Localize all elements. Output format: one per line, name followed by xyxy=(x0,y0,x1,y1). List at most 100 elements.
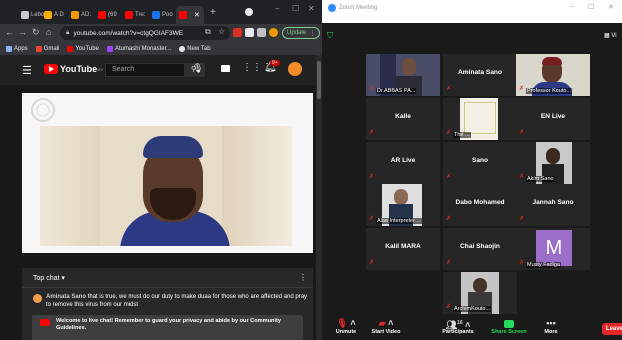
browser-tab-active[interactable]: ✕ xyxy=(176,6,204,24)
participant-tile[interactable]: Chai Shaojin ✗ xyxy=(443,228,517,270)
muted-mic-icon: ✗ xyxy=(446,260,452,266)
chat-header-label: Top chat xyxy=(33,275,60,282)
browser-tab[interactable]: Tre: xyxy=(122,6,148,24)
youtube-header: ☰ YouTube MY Search ⚲ 🎙︎ ⋮⋮⋮ 🔔︎ 9+ xyxy=(0,55,316,85)
close-window-icon[interactable]: ✕ xyxy=(308,4,315,13)
chat-welcome-notice: Welcome to live chat! Remember to guard … xyxy=(32,315,303,340)
video-player[interactable] xyxy=(22,93,313,253)
participant-tile[interactable]: ✗ ArchimKouto... xyxy=(443,272,517,314)
reload-icon[interactable]: ↻ xyxy=(32,27,40,38)
participant-tile[interactable]: Kalil MARA ✗ xyxy=(366,228,440,270)
share-icon[interactable]: ⧉ xyxy=(205,27,211,37)
participant-caption: Akim Sano xyxy=(526,176,555,182)
tab-favicon-icon xyxy=(71,11,79,19)
video-off-icon: ▰ ˄ xyxy=(378,318,394,328)
participant-name: Jannah Sano xyxy=(532,199,574,206)
participant-tile[interactable]: Jannah Sano ✗ xyxy=(516,184,590,226)
participants-button[interactable]: 👥︎16 ˄ Participants xyxy=(436,317,480,335)
search-input[interactable]: Search xyxy=(105,63,185,77)
participant-tile[interactable]: EN Live ✗ xyxy=(516,98,590,140)
chat-mode-dropdown[interactable]: Top chat ▾ xyxy=(33,274,65,282)
tab-label: AD: xyxy=(81,12,92,18)
bookmarks-bar: Apps Gmail YouTube Atumashi Monaster... … xyxy=(0,42,322,55)
participant-tile[interactable]: ✗ The ... xyxy=(443,98,517,140)
browser-tab[interactable]: AD: xyxy=(68,6,94,24)
browser-tab[interactable]: A D xyxy=(41,6,67,24)
media-control-icon[interactable] xyxy=(257,28,266,37)
participant-name: Kalle xyxy=(395,113,411,120)
muted-mic-icon: ✗ xyxy=(446,130,452,136)
extension-icon[interactable] xyxy=(245,28,254,37)
participant-tile[interactable]: ✗ Akim Sano xyxy=(516,142,590,184)
participant-tile[interactable]: ✗ Alaa Interpreter ... xyxy=(366,184,440,226)
participant-count: 16 xyxy=(457,320,463,326)
participant-name: Dabo Mohamed xyxy=(455,199,505,206)
create-video-icon[interactable] xyxy=(221,65,230,72)
start-video-button[interactable]: ▰ ˄ Start Video xyxy=(364,317,408,335)
view-toggle[interactable]: ▦ Vi xyxy=(604,32,617,39)
zoom-logo-icon xyxy=(328,4,336,12)
participant-caption: Alaa Interpreter ... xyxy=(376,218,423,224)
hamburger-menu-icon[interactable]: ☰ xyxy=(22,64,32,77)
chat-more-icon[interactable]: ⋮ xyxy=(299,273,307,282)
zoom-title-bar: Zoom Meeting – ☐ ✕ ⛉ ▦ Vi xyxy=(322,0,622,40)
back-arrow-icon[interactable]: ← xyxy=(5,27,14,37)
bookmark-youtube[interactable]: YouTube xyxy=(67,45,99,52)
muted-mic-icon: ✗ xyxy=(369,216,375,222)
muted-mic-icon: 🎙︎ ˄ xyxy=(336,318,356,328)
more-button[interactable]: ••• More xyxy=(529,317,573,335)
home-icon[interactable]: ⌂ xyxy=(46,27,51,37)
participant-name: Aminata Sano xyxy=(458,69,502,76)
bookmark-label: Gmail xyxy=(43,45,60,52)
participant-caption: Professor Kouto... xyxy=(526,88,573,94)
new-tab-button[interactable]: + xyxy=(210,7,216,18)
microphone-icon[interactable]: 🎙︎ xyxy=(192,63,203,74)
participant-name: Kalil MARA xyxy=(385,243,421,250)
muted-mic-icon: ✗ xyxy=(369,86,375,92)
maximize-icon[interactable]: ☐ xyxy=(292,4,299,13)
participant-tile[interactable]: M ✗ Musty Fadiga xyxy=(516,228,590,270)
chevron-down-icon: ▾ xyxy=(61,275,65,282)
tab-label: Tre: xyxy=(135,12,146,18)
participant-tile-active-speaker[interactable]: ✗ Professor Kouto... xyxy=(516,54,590,96)
minimize-icon[interactable]: – xyxy=(275,4,279,13)
participant-tile[interactable]: ✗ Dr.ABBAS PA... xyxy=(366,54,440,96)
participant-tile[interactable]: Dabo Mohamed ✗ xyxy=(443,184,517,226)
browser-tab[interactable]: Poo xyxy=(149,6,175,24)
youtube-region: MY xyxy=(97,66,104,72)
muted-mic-icon: ✗ xyxy=(519,86,525,92)
minimize-icon[interactable]: – xyxy=(570,3,574,10)
muted-mic-icon: ✗ xyxy=(369,130,375,136)
bookmark-star-icon[interactable]: ☆ xyxy=(218,27,225,36)
forward-arrow-icon[interactable]: → xyxy=(18,27,27,37)
close-window-icon[interactable]: ✕ xyxy=(608,3,614,11)
update-button[interactable]: Update ⋮ xyxy=(282,27,321,39)
participant-tile[interactable]: AR Live ✗ xyxy=(366,142,440,184)
tab-close-icon[interactable]: ✕ xyxy=(194,11,200,19)
share-screen-button[interactable]: Share Screen xyxy=(487,317,531,335)
extension-icon[interactable] xyxy=(233,28,242,37)
grid-view-icon: ▦ xyxy=(604,33,610,39)
maximize-icon[interactable]: ☐ xyxy=(588,3,594,11)
leave-meeting-button[interactable]: Leave xyxy=(602,323,622,335)
user-avatar[interactable] xyxy=(288,62,302,76)
participant-caption: Dr.ABBAS PA... xyxy=(376,88,417,94)
browser-tab[interactable]: (69 xyxy=(95,6,121,24)
youtube-logo[interactable]: YouTube MY xyxy=(44,64,103,74)
participant-tile[interactable]: Aminata Sano ✗ xyxy=(443,54,517,96)
bookmark-new-tab[interactable]: New Tab xyxy=(179,45,211,52)
participant-tile[interactable]: Sano ✗ xyxy=(443,142,517,184)
participant-name: Sano xyxy=(471,157,489,164)
profile-avatar[interactable] xyxy=(269,28,278,37)
bookmark-atumashi[interactable]: Atumashi Monaster... xyxy=(106,45,171,52)
chat-author-name: Aminata Sano xyxy=(46,294,87,300)
participant-tile[interactable]: Kalle ✗ xyxy=(366,98,440,140)
bookmark-gmail[interactable]: Gmail xyxy=(35,45,60,52)
video-frame-speaker xyxy=(40,126,292,246)
browser-tab[interactable]: Lebo xyxy=(18,6,44,24)
kebab-menu-icon[interactable]: ⋮ xyxy=(309,30,315,37)
chat-notice-text: Welcome to live chat! Remember to guard … xyxy=(56,318,281,331)
unmute-button[interactable]: 🎙︎ ˄ Unmute xyxy=(324,317,368,335)
bookmark-apps[interactable]: Apps xyxy=(6,45,28,52)
tab-favicon-icon xyxy=(98,11,106,19)
